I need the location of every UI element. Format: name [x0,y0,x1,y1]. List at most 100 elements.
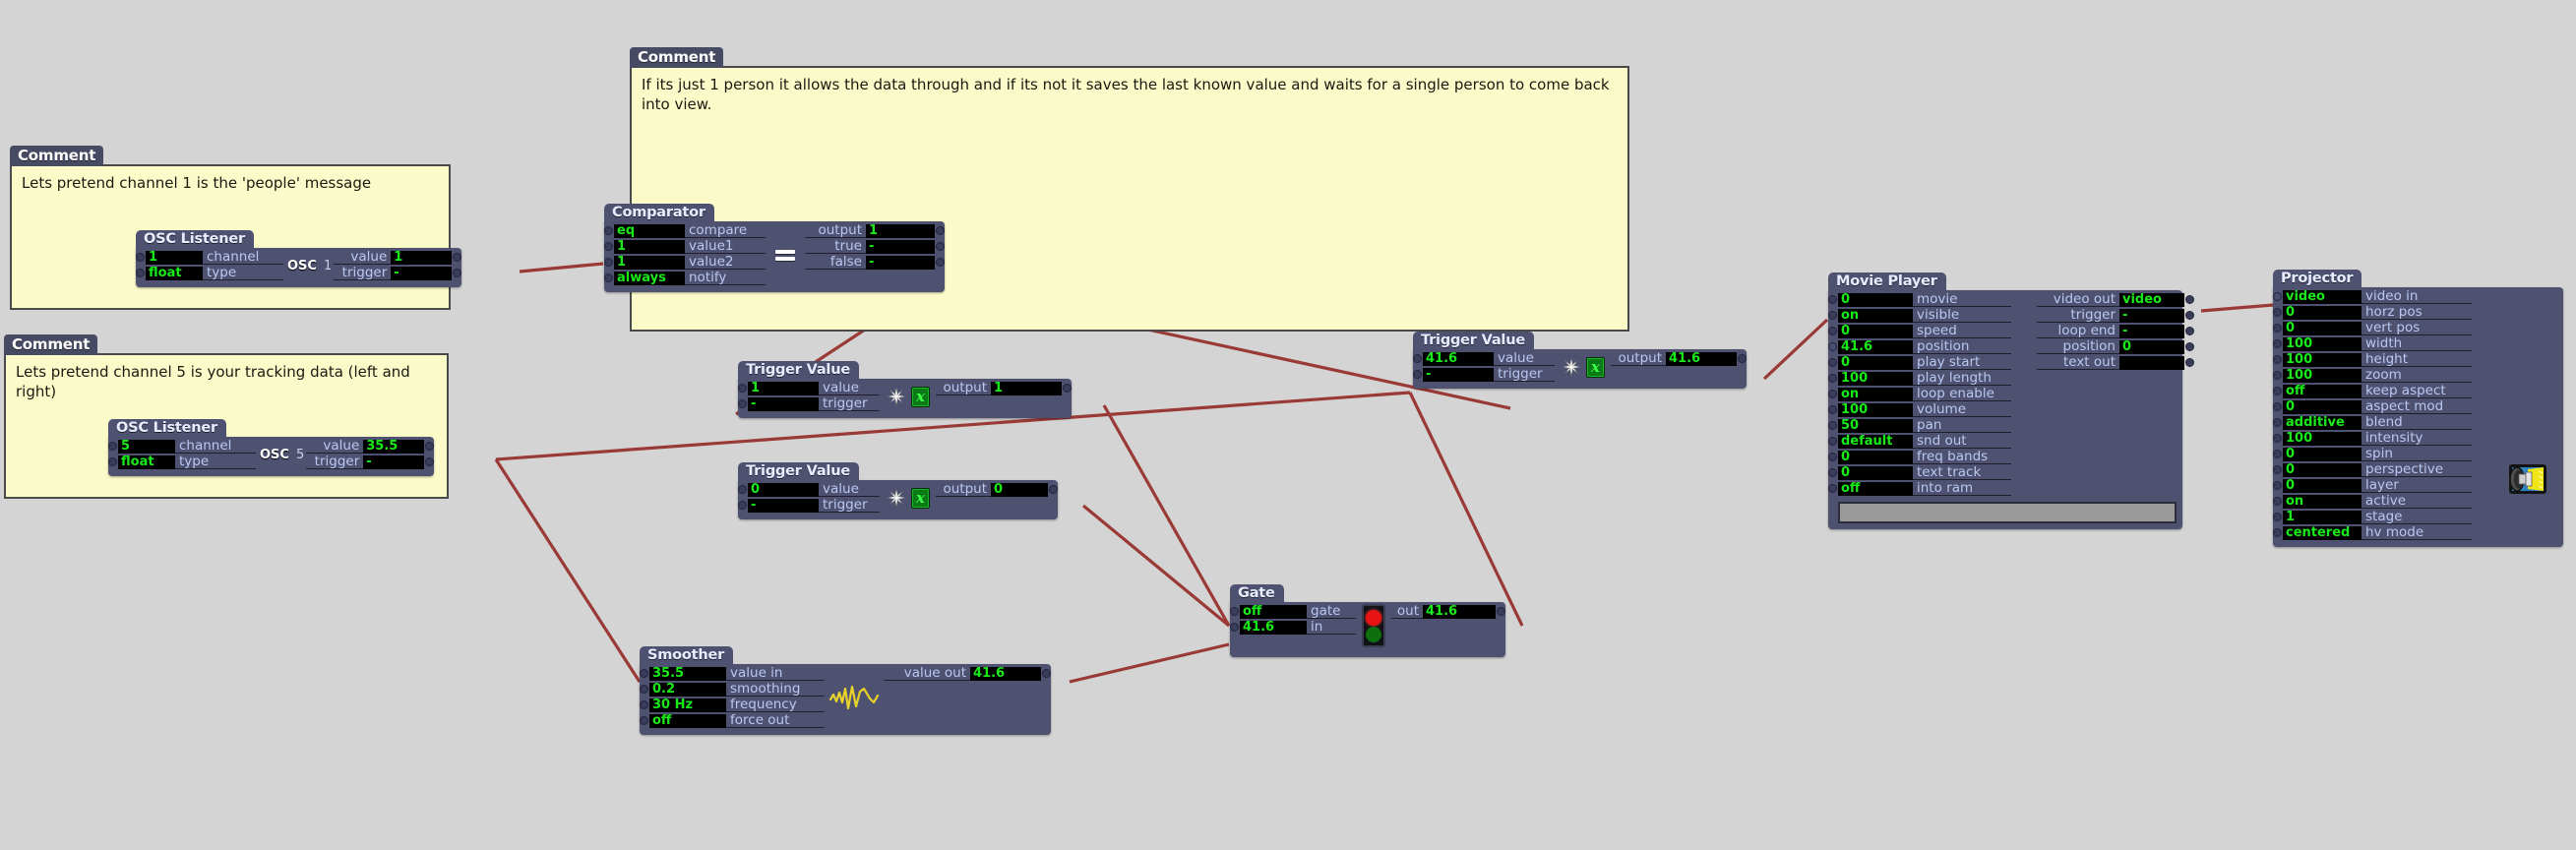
input-value-intensity[interactable]: 100 [2283,431,2361,446]
output-value-video-out[interactable]: video [2119,292,2184,307]
input-port-trigger[interactable] [738,501,747,510]
input-row-spin[interactable]: 0 spin [2273,447,2472,461]
input-value-hv-mode[interactable]: centered [2283,525,2361,540]
input-value-value2[interactable]: 1 [614,255,685,270]
output-port-out[interactable] [1497,607,1505,616]
input-row-snd-out[interactable]: default snd out [1828,434,2011,449]
input-row-loop-enable[interactable]: on loop enable [1828,387,2011,401]
input-port-notify[interactable] [604,273,613,282]
input-row-trigger[interactable]: - trigger [738,396,880,411]
output-row-trigger[interactable]: trigger - [334,266,462,280]
output-value-text-out[interactable] [2119,355,2184,370]
input-port-trigger[interactable] [738,399,747,408]
input-row-active[interactable]: on active [2273,494,2472,509]
input-port-layer[interactable] [2273,481,2282,490]
input-value-pan[interactable]: 50 [1838,418,1913,433]
output-port-position[interactable] [2185,342,2194,351]
input-value-visible[interactable]: on [1838,308,1913,323]
input-row-position[interactable]: 41.6 position [1828,339,2011,354]
input-port-video-in[interactable] [2273,292,2282,301]
input-port-value[interactable] [738,384,747,393]
input-value-value[interactable]: 1 [748,381,819,395]
output-row-value[interactable]: value 1 [334,250,462,265]
input-row-height[interactable]: 100 height [2273,352,2472,367]
input-value-value[interactable]: 41.6 [1423,351,1494,366]
input-port-freq-bands[interactable] [1828,453,1837,461]
input-row-type[interactable]: float type [108,455,256,469]
input-value-layer[interactable]: 0 [2283,478,2361,493]
output-value-output[interactable]: 41.6 [1666,351,1737,366]
input-port-value2[interactable] [604,258,613,267]
input-value-aspect-mod[interactable]: 0 [2283,399,2361,414]
input-value-height[interactable]: 100 [2283,352,2361,367]
input-value-vert-pos[interactable]: 0 [2283,321,2361,335]
output-value-output[interactable]: 0 [991,482,1048,497]
output-port-true[interactable] [936,242,945,251]
input-row-aspect-mod[interactable]: 0 aspect mod [2273,399,2472,414]
input-value-speed[interactable]: 0 [1838,324,1913,338]
input-row-volume[interactable]: 100 volume [1828,402,2011,417]
node-movie-player[interactable]: Movie Player 0 movie on visible 0 speed 41.… [1828,271,2194,529]
input-value-notify[interactable]: always [614,271,685,285]
output-row-video-out[interactable]: video out video [2037,292,2194,307]
input-row-stage[interactable]: 1 stage [2273,510,2472,524]
input-value-into-ram[interactable]: off [1838,481,1913,496]
output-port-output[interactable] [936,226,945,235]
input-port-smoothing[interactable] [640,685,648,694]
output-value-output[interactable]: 1 [866,223,935,238]
input-value-in[interactable]: 41.6 [1240,620,1307,635]
input-port-into-ram[interactable] [1828,484,1837,493]
node-projector[interactable]: Projector video video in 0 horz pos 0 vert … [2273,268,2563,547]
input-row-channel[interactable]: 5 channel [108,439,256,454]
input-port-horz-pos[interactable] [2273,308,2282,317]
input-value-trigger[interactable]: - [748,498,819,513]
patch-canvas[interactable]: Comment Lets pretend channel 1 is the 'p… [0,0,2576,850]
output-value-loop-end[interactable]: - [2119,324,2184,338]
output-row-loop-end[interactable]: loop end - [2037,324,2194,338]
input-port-perspective[interactable] [2273,465,2282,474]
input-port-pan[interactable] [1828,421,1837,430]
input-port-movie[interactable] [1828,295,1837,304]
input-row-hv-mode[interactable]: centered hv mode [2273,525,2472,540]
node-trigger-value-a[interactable]: Trigger Value 1 value - trigger x output… [738,359,1072,418]
input-port-force-out[interactable] [640,716,648,725]
output-port-output[interactable] [1063,384,1072,393]
output-row-text-out[interactable]: text out [2037,355,2194,370]
input-row-gate[interactable]: off gate [1230,604,1356,619]
output-value-false[interactable]: - [866,255,935,270]
input-port-zoom[interactable] [2273,371,2282,380]
output-row-out[interactable]: out 41.6 [1391,604,1505,619]
output-row-false[interactable]: false - [805,255,945,270]
input-row-freq-bands[interactable]: 0 freq bands [1828,450,2011,464]
input-row-vert-pos[interactable]: 0 vert pos [2273,321,2472,335]
input-value-value[interactable]: 0 [748,482,819,497]
output-port-value-out[interactable] [1042,669,1051,678]
input-row-perspective[interactable]: 0 perspective [2273,462,2472,477]
input-value-movie[interactable]: 0 [1838,292,1913,307]
input-row-trigger[interactable]: - trigger [1413,367,1555,382]
input-value-channel[interactable]: 5 [118,439,175,454]
input-row-in[interactable]: 41.6 in [1230,620,1356,635]
input-row-play-length[interactable]: 100 play length [1828,371,2011,386]
input-port-channel[interactable] [136,253,145,262]
node-trigger-value-c[interactable]: Trigger Value 41.6 value - trigger x out… [1413,330,1747,389]
output-value-out[interactable]: 41.6 [1423,604,1496,619]
input-port-snd-out[interactable] [1828,437,1837,446]
output-value-trigger[interactable]: - [363,455,425,469]
output-row-output[interactable]: output 1 [936,381,1072,395]
output-value-value[interactable]: 35.5 [363,439,425,454]
input-value-video-in[interactable]: video [2283,289,2361,304]
input-row-text-track[interactable]: 0 text track [1828,465,2011,480]
output-row-true[interactable]: true - [805,239,945,254]
input-port-type[interactable] [136,269,145,277]
input-row-horz-pos[interactable]: 0 horz pos [2273,305,2472,320]
input-value-smoothing[interactable]: 0.2 [649,682,726,697]
output-port-video-out[interactable] [2185,295,2194,304]
input-row-value[interactable]: 1 value [738,381,880,395]
input-row-blend[interactable]: additive blend [2273,415,2472,430]
output-row-trigger[interactable]: trigger - [2037,308,2194,323]
input-row-force-out[interactable]: off force out [640,713,825,728]
input-row-movie[interactable]: 0 movie [1828,292,2011,307]
input-value-blend[interactable]: additive [2283,415,2361,430]
input-row-channel[interactable]: 1 channel [136,250,283,265]
